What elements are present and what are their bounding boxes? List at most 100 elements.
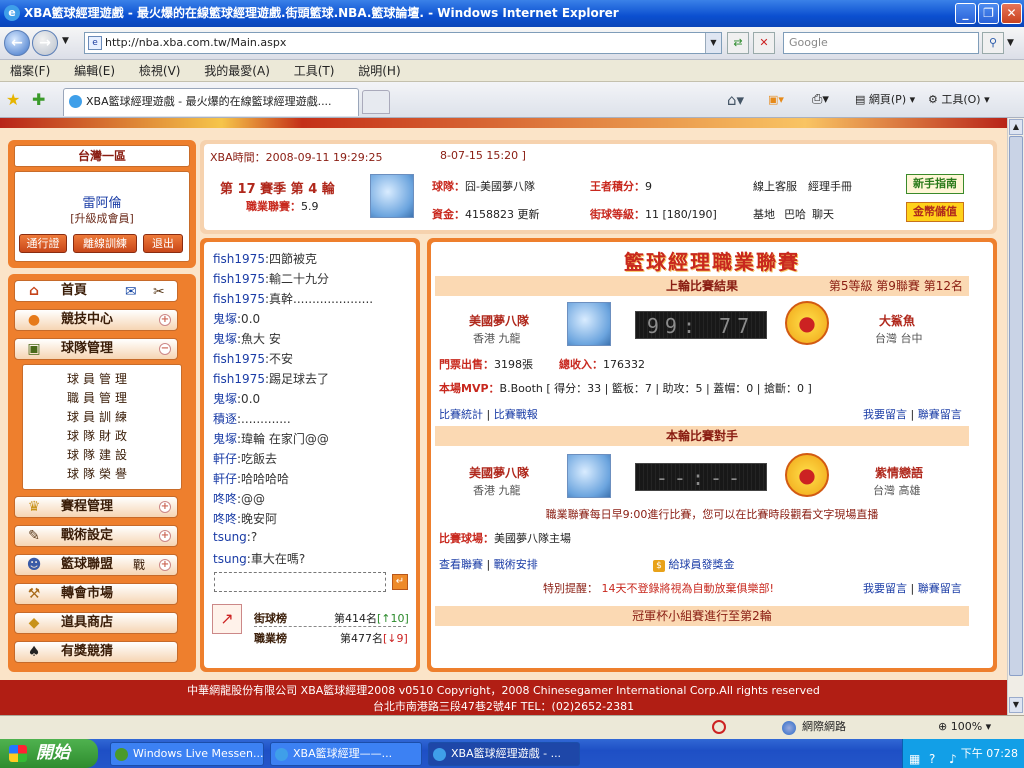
chat-username[interactable]: tsung [213,530,247,544]
address-input[interactable]: e http://nba.xba.com.tw/Main.aspx ▼ [84,32,722,54]
nav-schedule[interactable]: ♛ 賽程管理 + [14,496,178,518]
link-manual[interactable]: 經理手冊 [808,178,852,194]
tools-nav-icon[interactable]: ✂ [153,282,165,302]
nav-item-shop[interactable]: ◆ 道具商店 [14,612,178,634]
match-report-link[interactable]: 比賽戰報 [494,408,538,421]
next-home-team[interactable]: 美國夢八隊 [469,464,529,481]
zoom-level[interactable]: ⊕ 100% ▾ [938,716,991,738]
offline-training-button[interactable]: 離線訓練 [73,234,137,253]
chat-username[interactable]: 鬼塚 [213,332,237,346]
submenu-players[interactable]: 球員管理 [67,370,131,387]
logout-button[interactable]: 退出 [143,234,183,253]
chat-username[interactable]: 軒仔 [213,472,237,486]
start-button[interactable]: 開始 [0,739,98,768]
league-comment-link-2[interactable]: 聯賽留言 [918,582,962,595]
leave-comment-link-2[interactable]: 我要留言 [863,582,907,595]
window-title-bar[interactable]: e XBA籃球經理遊戲 - 最火爆的在線籃球經理遊戲.街頭籃球.NBA.籃球論壇… [0,0,1024,27]
nav-league[interactable]: ☻ 籃球聯盟 戰 + [14,554,178,576]
chat-send-icon[interactable]: ↵ [392,574,408,590]
home-icon[interactable]: ⌂▾ [727,90,744,110]
chat-input[interactable] [214,572,386,592]
match-stats-link[interactable]: 比賽統計 [439,408,483,421]
search-options-icon[interactable]: ▼ [1007,38,1014,48]
nav-team-management[interactable]: ▣ 球隊管理 − [14,338,178,360]
task-xba-1[interactable]: XBA籃球經理——... [270,742,422,766]
popup-blocker-icon[interactable] [712,720,726,734]
refresh-funds-link[interactable]: 更新 [518,208,540,221]
street-rank-label[interactable]: 街球榜 [254,610,287,626]
restore-button[interactable]: ❐ [978,3,999,24]
search-input[interactable]: Google [783,32,979,54]
stop-icon[interactable]: ✕ [753,32,775,54]
scroll-thumb[interactable] [1009,136,1023,676]
minimize-button[interactable]: _ [955,3,976,24]
close-button[interactable]: ✕ [1001,3,1022,24]
help-tray-icon[interactable]: ? [929,745,935,768]
menu-help[interactable]: 說明(H) [358,64,400,78]
chat-username[interactable]: fish1975 [213,292,265,306]
nav-prize-quiz[interactable]: ♠ 有獎競猜 [14,641,178,663]
chat-username[interactable]: 鬼塚 [213,312,237,326]
chat-username[interactable]: 鬼塚 [213,392,237,406]
mail-icon[interactable]: ✉ [125,282,137,302]
gold-topup-button[interactable]: 金幣儲值 [906,202,964,222]
submenu-training[interactable]: 球員訓練 [67,408,131,425]
chat-username[interactable]: 咚咚 [213,492,237,506]
last-home-team[interactable]: 美國夢八隊 [469,312,529,329]
vertical-scrollbar[interactable]: ▲ ▼ [1007,118,1024,715]
nav-tactics[interactable]: ✎ 戰術設定 + [14,525,178,547]
tab-xba[interactable]: XBA籃球經理遊戲 - 最火爆的在線籃球經理遊戲.... [63,88,359,116]
league-comment-link[interactable]: 聯賽留言 [918,408,962,421]
forward-button[interactable]: → [32,30,58,56]
submenu-finance[interactable]: 球隊財政 [67,427,131,444]
chat-username[interactable]: fish1975 [213,372,265,386]
chat-username[interactable]: fish1975 [213,252,265,266]
menu-tools[interactable]: 工具(T) [294,64,335,78]
passport-button[interactable]: 通行證 [19,234,67,253]
search-icon[interactable]: ⚲ [982,32,1004,54]
scroll-down-icon[interactable]: ▼ [1009,697,1023,713]
nav-arena[interactable]: ● 競技中心 + [14,309,178,331]
nav-home[interactable]: ⌂ 首頁 ✉ ✂ [14,280,178,302]
bonus-link[interactable]: $ 給球員發獎金 [653,556,735,572]
menu-favorites[interactable]: 我的最愛(A) [204,64,270,78]
feeds-icon[interactable]: ▣▾ [768,90,784,110]
task-messenger[interactable]: Windows Live Messen... [110,742,264,766]
submenu-staff[interactable]: 職員管理 [67,389,131,406]
link-base[interactable]: 基地 [753,206,775,222]
last-away-team[interactable]: 大鯊魚 [879,312,915,329]
volume-icon[interactable]: ♪ [949,745,957,768]
link-chat[interactable]: 聊天 [812,206,834,222]
link-service[interactable]: 線上客服 [753,178,797,194]
next-away-team[interactable]: 紫情戀語 [875,464,923,481]
back-button[interactable]: ← [4,30,30,56]
new-tab-button[interactable] [362,90,390,114]
network-icon[interactable]: ▦ [909,745,920,768]
submenu-construction[interactable]: 球隊建設 [67,446,131,463]
chat-username[interactable]: fish1975 [213,352,265,366]
task-xba-2[interactable]: XBA籃球經理遊戲 - ... [428,742,580,766]
tools-menu[interactable]: ⚙ 工具(O) ▾ [928,90,990,110]
scroll-up-icon[interactable]: ▲ [1009,119,1023,135]
address-dropdown-icon[interactable]: ▼ [705,33,721,53]
newbie-guide-button[interactable]: 新手指南 [906,174,964,194]
nav-transfer-market[interactable]: ⚒ 轉會市場 [14,583,178,605]
tactics-link[interactable]: 戰術安排 [494,558,538,571]
chat-username[interactable]: tsung [213,552,247,566]
print-icon[interactable]: ⎙▾ [812,90,829,110]
add-favorite-icon[interactable]: ✚ [32,90,45,109]
pro-rank-label[interactable]: 職業榜 [254,630,287,646]
favorites-star-icon[interactable]: ★ [6,90,20,109]
chat-username[interactable]: 咚咚 [213,512,237,526]
page-menu[interactable]: ▤ 網頁(P) ▾ [855,90,915,110]
chat-username[interactable]: 鬼塚 [213,432,237,446]
chat-username[interactable]: 軒仔 [213,452,237,466]
refresh-icon[interactable]: ⇄ [727,32,749,54]
history-dropdown-icon[interactable]: ▼ [62,36,69,46]
leave-comment-link[interactable]: 我要留言 [863,408,907,421]
chat-username[interactable]: 積逐 [213,412,237,426]
team-name[interactable]: 球隊：囧-美國夢八隊 [432,178,535,194]
menu-file[interactable]: 檔案(F) [10,64,50,78]
upgrade-link[interactable]: [升級成會員] [15,210,189,226]
menu-view[interactable]: 檢視(V) [139,64,181,78]
